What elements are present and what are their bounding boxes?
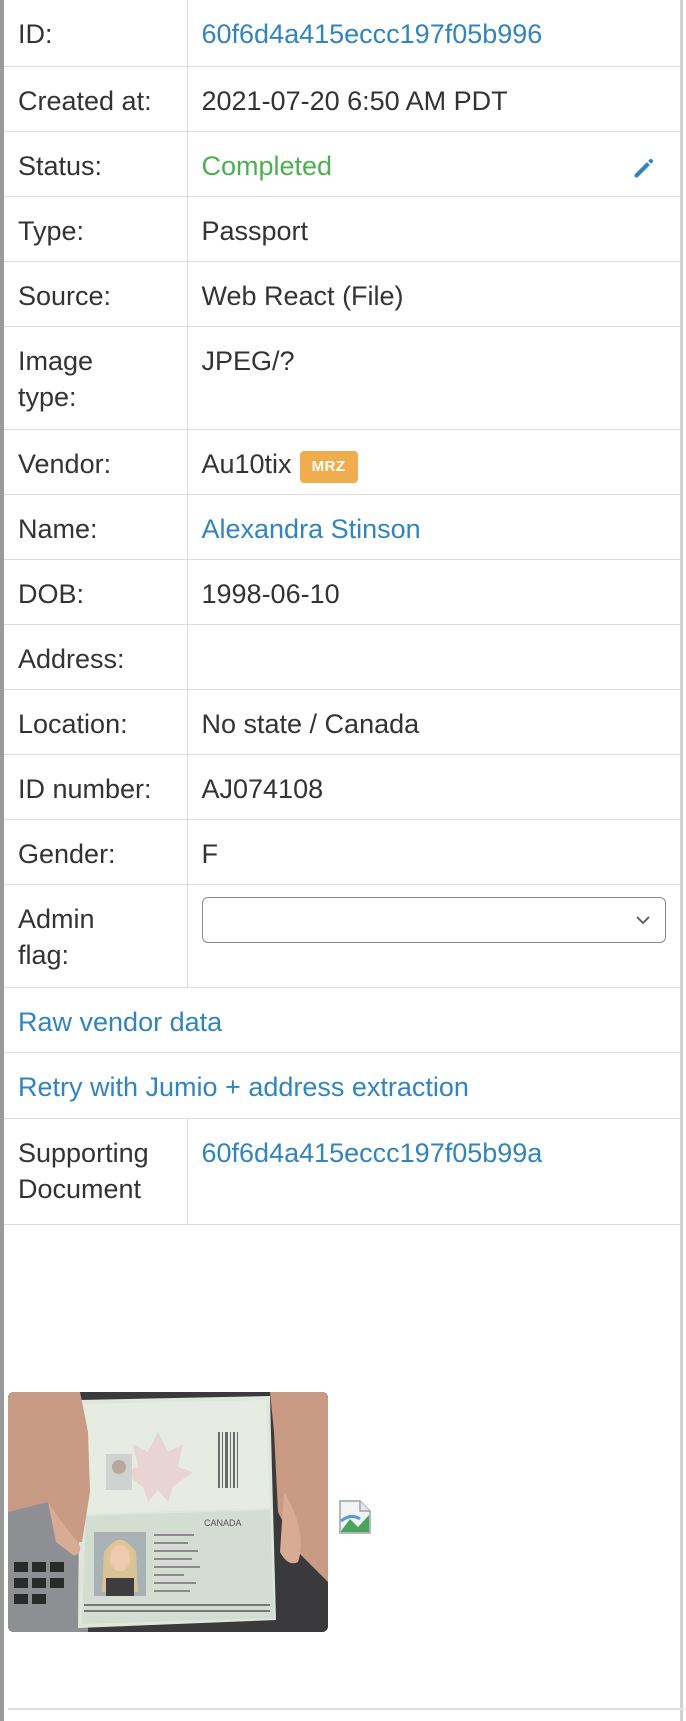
- mrz-badge: MRZ: [299, 450, 358, 483]
- gender-value: F: [187, 819, 680, 885]
- admin-flag-label: Admin flag:: [4, 884, 188, 988]
- row-raw-vendor: Raw vendor data: [4, 987, 680, 1053]
- row-dob: DOB: 1998-06-10: [4, 559, 680, 625]
- dob-label: DOB:: [4, 559, 188, 625]
- details-table: ID: 60f6d4a415eccc197f05b996 Created at:…: [4, 0, 680, 1225]
- row-supporting-document: Supporting Document 60f6d4a415eccc197f05…: [4, 1118, 680, 1225]
- vendor-cell: Au10tix MRZ: [187, 429, 680, 495]
- name-label: Name:: [4, 494, 188, 560]
- row-id: ID: 60f6d4a415eccc197f05b996: [4, 0, 680, 67]
- source-label: Source:: [4, 261, 188, 327]
- id-label: ID:: [4, 0, 188, 67]
- address-value: [187, 624, 680, 690]
- id-link[interactable]: 60f6d4a415eccc197f05b996: [187, 0, 680, 67]
- details-panel: ID: 60f6d4a415eccc197f05b996 Created at:…: [0, 0, 684, 1721]
- passport-country-text: CANADA: [204, 1518, 242, 1528]
- row-retry: Retry with Jumio + address extraction: [4, 1052, 680, 1119]
- row-address: Address:: [4, 624, 680, 690]
- row-name: Name: Alexandra Stinson: [4, 494, 680, 560]
- id-number-label: ID number:: [4, 754, 188, 820]
- row-id-number: ID number: AJ074108: [4, 754, 680, 820]
- admin-flag-cell: [187, 884, 680, 988]
- image-type-label-line1: Image: [18, 345, 94, 376]
- supporting-label-line2: Document: [18, 1173, 142, 1204]
- row-source: Source: Web React (File): [4, 261, 680, 327]
- source-value: Web React (File): [187, 261, 680, 327]
- row-created-at: Created at: 2021-07-20 6:50 AM PDT: [4, 66, 680, 132]
- vendor-label: Vendor:: [4, 429, 188, 495]
- row-image-type: Image type: JPEG/?: [4, 326, 680, 430]
- bottom-divider: [8, 1708, 684, 1710]
- admin-flag-label-line1: Admin: [18, 903, 95, 934]
- row-gender: Gender: F: [4, 819, 680, 885]
- id-number-value: AJ074108: [187, 754, 680, 820]
- admin-flag-label-line2: flag:: [18, 939, 70, 970]
- passport-photo[interactable]: CANADA: [8, 1392, 328, 1632]
- row-location: Location: No state / Canada: [4, 689, 680, 755]
- retry-jumio-link[interactable]: Retry with Jumio + address extraction: [4, 1052, 680, 1119]
- status-cell: Completed: [187, 131, 680, 197]
- row-admin-flag: Admin flag:: [4, 884, 680, 988]
- pencil-icon[interactable]: [630, 154, 658, 182]
- address-label: Address:: [4, 624, 188, 690]
- image-type-value: JPEG/?: [187, 326, 680, 430]
- admin-flag-select[interactable]: [201, 896, 666, 943]
- type-value: Passport: [187, 196, 680, 262]
- supporting-document-link[interactable]: 60f6d4a415eccc197f05b99a: [187, 1118, 680, 1225]
- location-label: Location:: [4, 689, 188, 755]
- created-at-label: Created at:: [4, 66, 188, 132]
- row-vendor: Vendor: Au10tix MRZ: [4, 429, 680, 495]
- supporting-document-label: Supporting Document: [4, 1118, 188, 1225]
- passport-photo-illustration: CANADA: [8, 1392, 328, 1632]
- status-label: Status:: [4, 131, 188, 197]
- raw-vendor-data-link[interactable]: Raw vendor data: [4, 987, 680, 1053]
- chevron-down-icon: [636, 915, 650, 924]
- created-at-value: 2021-07-20 6:50 AM PDT: [187, 66, 680, 132]
- image-type-label: Image type:: [4, 326, 188, 430]
- supporting-label-line1: Supporting: [18, 1137, 149, 1168]
- image-type-label-line2: type:: [18, 381, 77, 412]
- status-value: Completed: [201, 150, 333, 181]
- gender-label: Gender:: [4, 819, 188, 885]
- broken-image-icon: [339, 1500, 371, 1534]
- dob-value: 1998-06-10: [187, 559, 680, 625]
- name-link[interactable]: Alexandra Stinson: [187, 494, 680, 560]
- vendor-value: Au10tix: [201, 448, 292, 479]
- row-type: Type: Passport: [4, 196, 680, 262]
- type-label: Type:: [4, 196, 188, 262]
- location-value: No state / Canada: [187, 689, 680, 755]
- row-status: Status: Completed: [4, 131, 680, 197]
